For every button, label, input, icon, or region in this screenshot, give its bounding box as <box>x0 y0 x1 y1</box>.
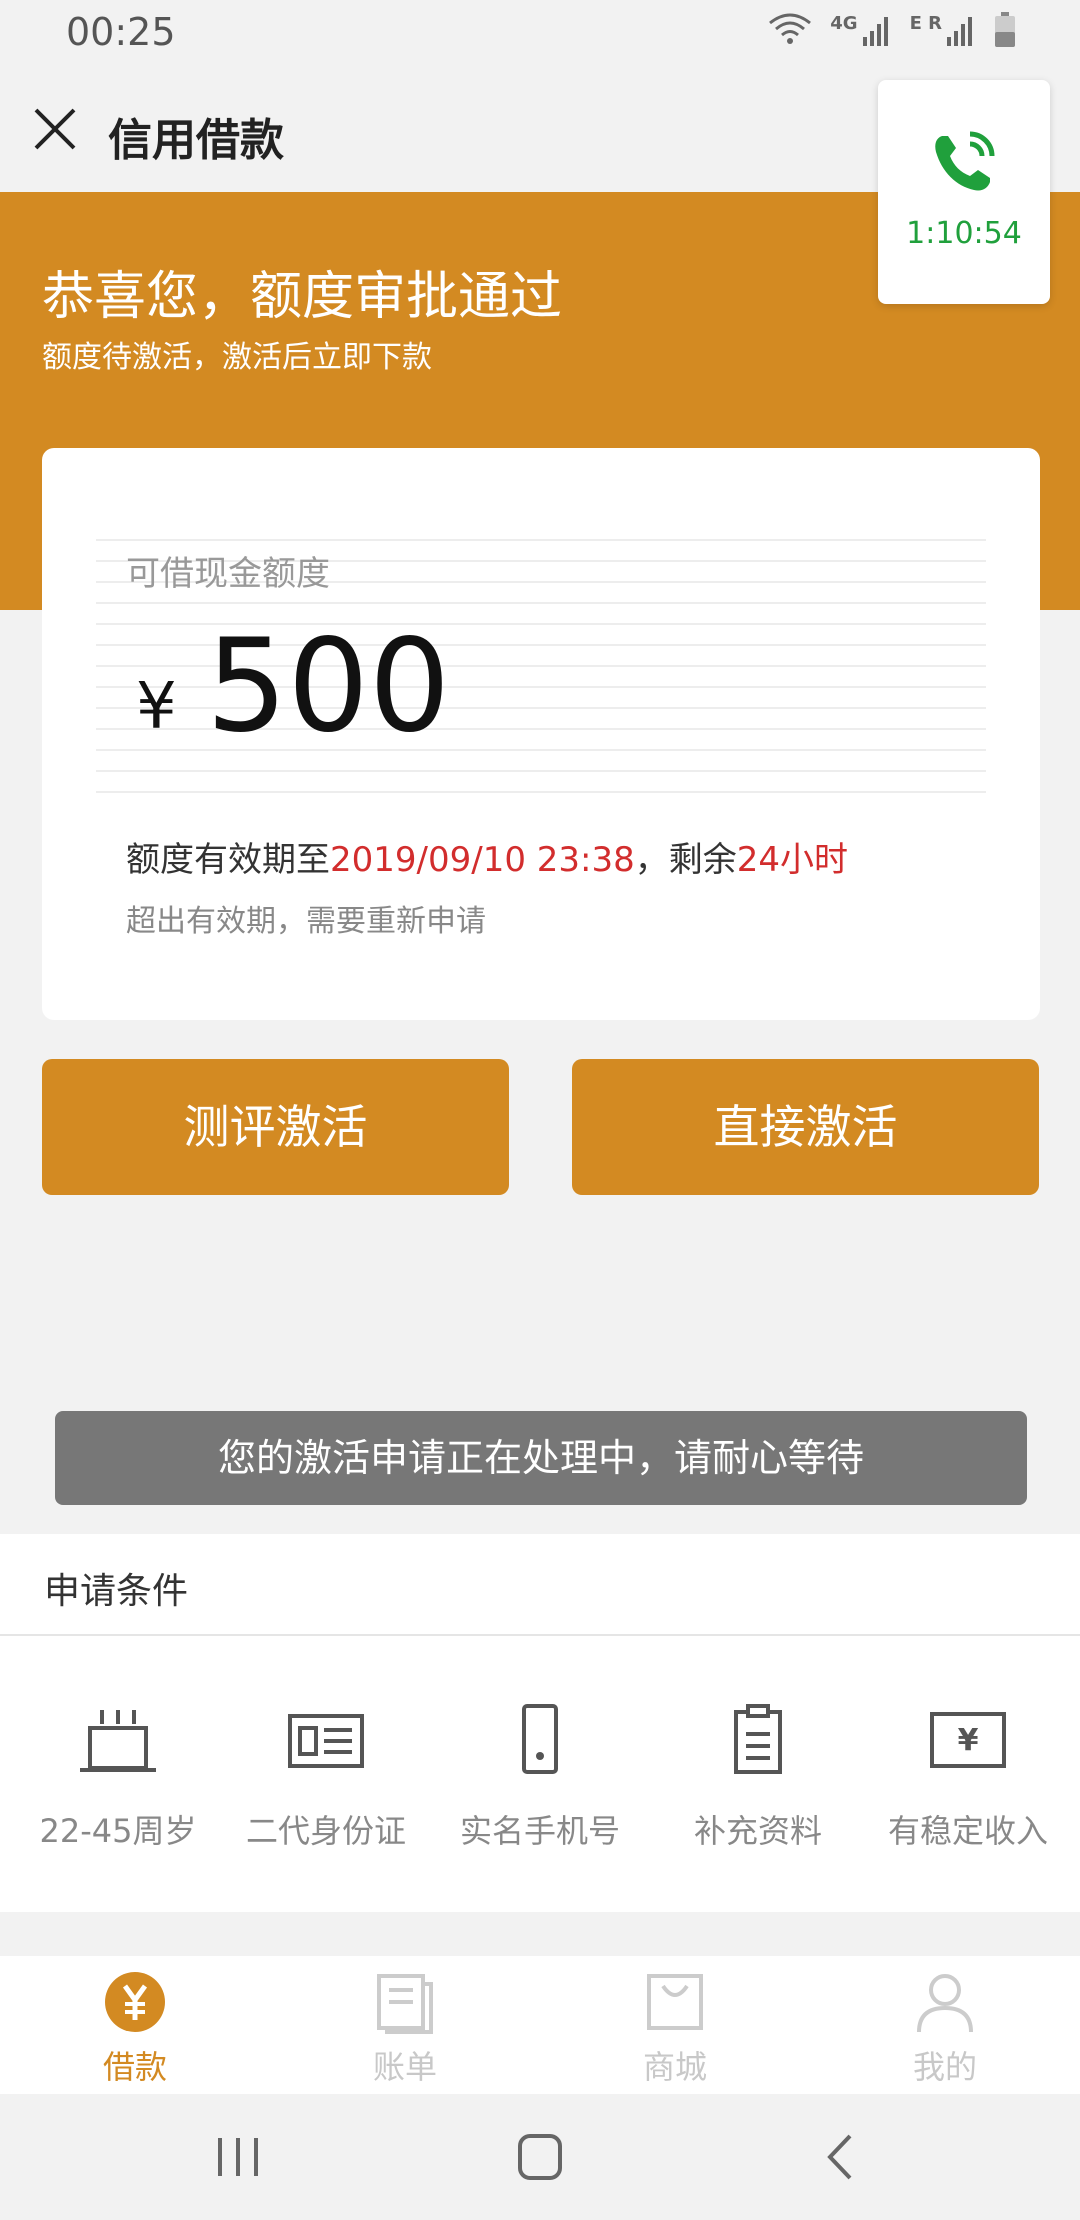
direct-activate-button[interactable]: 直接激活 <box>572 1059 1039 1195</box>
validity-remaining: 24小时 <box>736 840 849 880</box>
nav-item-profile[interactable]: 我的 <box>810 1970 1080 2088</box>
wifi-icon <box>769 13 812 44</box>
condition-materials: 补充资料 <box>650 1704 866 1852</box>
system-nav-bar <box>0 2094 1080 2220</box>
page-title: 信用借款 <box>108 115 284 166</box>
bottom-nav: 借款 账单 商城 我的 <box>0 1956 1080 2094</box>
call-duration: 1:10:54 <box>906 216 1022 251</box>
amount-area: 可借现金额度 ¥ 500 <box>96 520 986 798</box>
condition-income: ¥ 有稳定收入 <box>860 1704 1076 1852</box>
clipboard-icon <box>734 1704 782 1774</box>
condition-age: 22-45周岁 <box>10 1704 226 1852</box>
recent-apps-icon[interactable] <box>208 2132 268 2182</box>
phone-call-icon <box>935 131 995 191</box>
validity-line: 额度有效期至2019/09/10 23:38，剩余24小时 <box>126 832 848 881</box>
income-icon: ¥ <box>930 1712 1006 1768</box>
nav-item-loan[interactable]: 借款 <box>0 1970 270 2088</box>
condition-label: 补充资料 <box>693 1812 822 1850</box>
conditions-list: 22-45周岁 二代身份证 实名手机号 补充资料 ¥ 有稳定收入 <box>0 1636 1080 1912</box>
id-card-icon <box>288 1714 364 1768</box>
loan-yen-icon <box>105 1972 165 2032</box>
condition-label: 二代身份证 <box>245 1812 406 1850</box>
quota-card: 可借现金额度 ¥ 500 额度有效期至2019/09/10 23:38，剩余24… <box>42 448 1040 1020</box>
quota-amount: 500 <box>206 612 451 761</box>
call-widget[interactable]: 1:10:54 <box>878 80 1050 304</box>
processing-toast: 您的激活申请正在处理中，请耐心等待 <box>55 1411 1027 1505</box>
status-time: 00:25 <box>66 10 176 54</box>
validity-prefix: 额度有效期至 <box>126 840 330 880</box>
nav-item-shop[interactable]: 商城 <box>540 1970 810 2088</box>
validity-date: 2019/09/10 23:38 <box>330 840 635 880</box>
nav-label: 商城 <box>642 2048 707 2086</box>
nav-label: 账单 <box>372 2048 437 2086</box>
profile-icon <box>917 1974 973 2033</box>
status-bar: 00:25 4G E R <box>0 0 1080 64</box>
condition-phone: 实名手机号 <box>432 1704 648 1852</box>
validity-note: 超出有效期，需要重新申请 <box>126 904 486 939</box>
network-type-label: 4G <box>830 12 858 34</box>
bill-icon <box>377 1974 433 2034</box>
condition-label: 实名手机号 <box>459 1812 620 1850</box>
banner-title: 恭喜您，额度审批通过 <box>42 267 563 327</box>
back-icon[interactable] <box>812 2132 872 2182</box>
home-icon[interactable] <box>510 2132 570 2182</box>
validity-middle: ，剩余 <box>634 840 737 880</box>
conditions-header: 申请条件 <box>0 1534 1080 1636</box>
signal-icon <box>862 17 888 46</box>
svg-text:¥: ¥ <box>958 1723 979 1758</box>
nav-item-bill[interactable]: 账单 <box>270 1970 540 2088</box>
condition-label: 有稳定收入 <box>887 1812 1048 1850</box>
eval-activate-button[interactable]: 测评激活 <box>42 1059 509 1195</box>
signal2-icon <box>947 17 972 46</box>
conditions-title: 申请条件 <box>44 1571 189 1612</box>
banner-subtitle: 额度待激活，激活后立即下款 <box>42 340 432 375</box>
battery-icon <box>995 12 1015 47</box>
phone-device-icon <box>522 1704 558 1774</box>
close-icon[interactable] <box>30 104 80 154</box>
signal2-label: E R <box>909 12 942 34</box>
condition-label: 22-45周岁 <box>39 1812 197 1850</box>
condition-id-card: 二代身份证 <box>218 1704 434 1852</box>
status-icons: 4G E R <box>768 12 1016 48</box>
nav-label: 我的 <box>912 2048 977 2086</box>
nav-label: 借款 <box>102 2048 167 2086</box>
cake-icon <box>80 1710 156 1772</box>
shop-bag-icon <box>647 1974 703 2030</box>
currency-symbol: ¥ <box>136 670 177 744</box>
quota-label: 可借现金额度 <box>126 554 330 594</box>
